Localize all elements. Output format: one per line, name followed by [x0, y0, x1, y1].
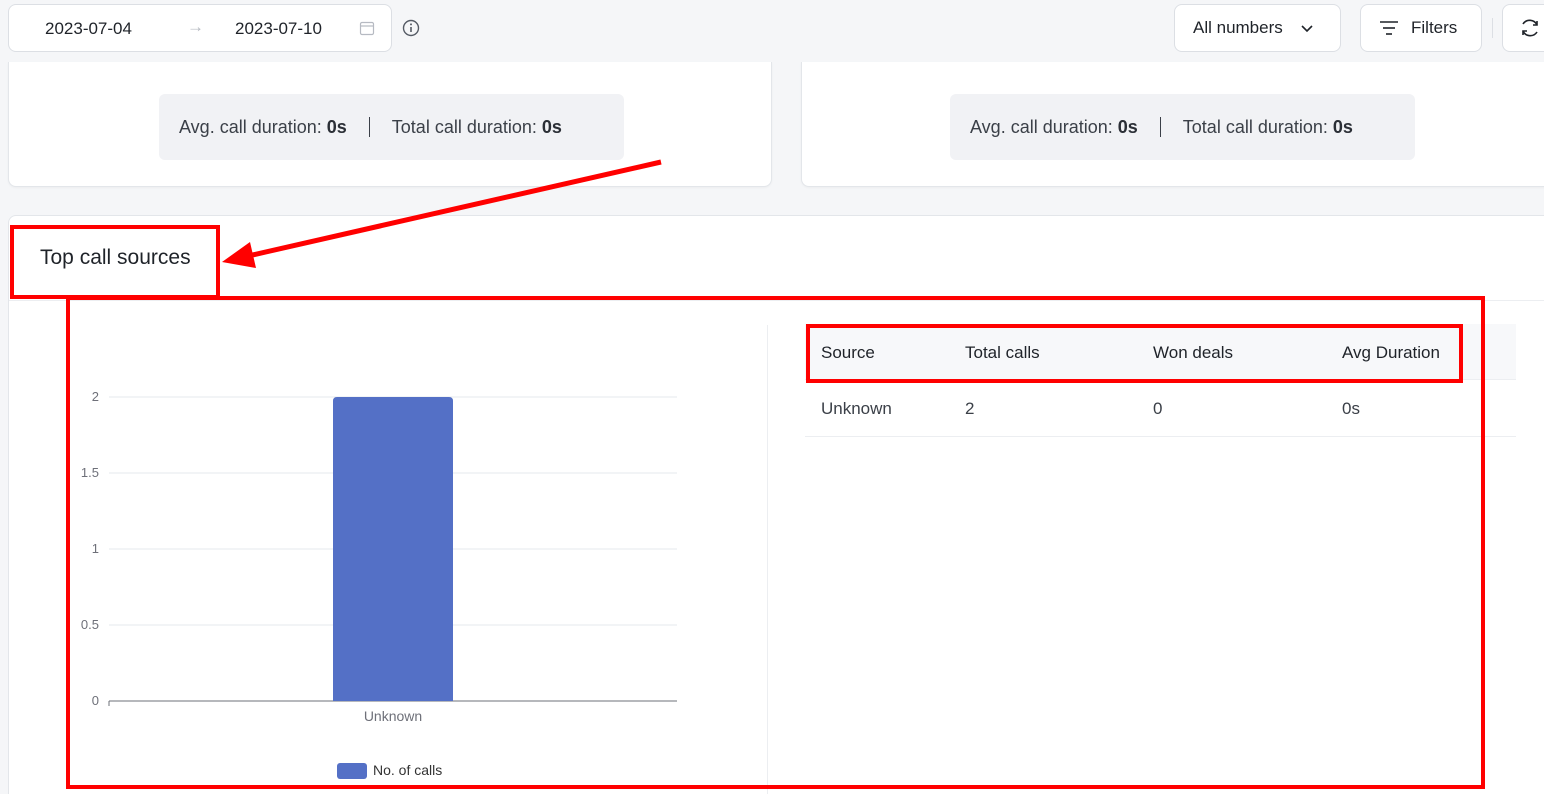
cell-avg-duration: 0s	[1342, 399, 1360, 418]
numbers-select-label: All numbers	[1193, 18, 1283, 37]
header-total-calls[interactable]: Total calls	[965, 343, 1040, 363]
cell-won-deals: 0	[1153, 399, 1163, 418]
y-tick-label: 0	[92, 693, 99, 708]
toolbar-divider	[1492, 18, 1493, 38]
summary-separator	[1159, 117, 1161, 137]
bar-chart: 2 1.5 1 0.5 0 Unknown No. of calls	[81, 389, 677, 779]
total-duration-label: Total call duration:	[1182, 116, 1328, 137]
total-duration-value: 0s	[1332, 116, 1353, 137]
total-duration-value: 0s	[541, 116, 562, 137]
x-tick-label: Unknown	[364, 708, 422, 724]
avg-duration-label: Avg. call duration:	[970, 116, 1113, 137]
numbers-select[interactable]: All numbers	[1174, 4, 1341, 52]
call-sources-chart: 2 1.5 1 0.5 0 Unknown No. of calls	[66, 318, 706, 788]
stat-card-outgoing: Avg. call duration: 0s Total call durati…	[801, 62, 1544, 187]
section-title: Top call sources	[40, 246, 191, 269]
filters-label: Filters	[1411, 18, 1458, 37]
refresh-icon	[1522, 19, 1538, 37]
info-icon[interactable]	[402, 19, 420, 37]
avg-duration-value: 0s	[1117, 116, 1138, 137]
bar	[333, 397, 453, 701]
header-source[interactable]: Source	[821, 343, 875, 363]
legend-label: No. of calls	[373, 762, 442, 778]
y-tick-label: 1.5	[81, 465, 99, 480]
y-tick-label: 2	[92, 389, 99, 404]
stat-card-incoming: Avg. call duration: 0s Total call durati…	[8, 62, 772, 187]
header-avg-duration[interactable]: Avg Duration	[1342, 343, 1440, 363]
summary-separator	[368, 117, 370, 137]
avg-duration-label: Avg. call duration:	[179, 116, 322, 137]
panel-divider	[767, 325, 768, 794]
y-tick-label: 0.5	[81, 617, 99, 632]
date-start[interactable]: 2023-07-04	[45, 19, 132, 39]
calendar-icon[interactable]	[359, 20, 375, 36]
table-row[interactable]: Unknown 2 0 0s	[805, 380, 1516, 437]
duration-summary: Avg. call duration: 0s Total call durati…	[159, 94, 624, 160]
filters-button[interactable]: Filters	[1360, 4, 1482, 52]
chevron-down-icon	[1301, 25, 1313, 33]
call-sources-table: Source Total calls Won deals Avg Duratio…	[805, 324, 1516, 437]
section-header-divider	[9, 300, 1544, 301]
top-toolbar: 2023-07-04 → 2023-07-10 All numbers Filt…	[0, 0, 1544, 62]
date-end[interactable]: 2023-07-10	[235, 19, 322, 39]
date-range-picker[interactable]: 2023-07-04 → 2023-07-10	[8, 4, 392, 52]
table-header: Source Total calls Won deals Avg Duratio…	[805, 324, 1516, 380]
header-won-deals[interactable]: Won deals	[1153, 343, 1233, 363]
y-tick-label: 1	[92, 541, 99, 556]
avg-duration-value: 0s	[326, 116, 347, 137]
cell-source: Unknown	[821, 399, 892, 418]
filter-icon	[1380, 21, 1398, 35]
cell-total-calls: 2	[965, 399, 975, 418]
refresh-button[interactable]	[1502, 4, 1544, 52]
legend-swatch	[337, 763, 367, 779]
total-duration-label: Total call duration:	[391, 116, 537, 137]
date-range-arrow-icon: →	[187, 17, 204, 36]
duration-summary: Avg. call duration: 0s Total call durati…	[950, 94, 1415, 160]
